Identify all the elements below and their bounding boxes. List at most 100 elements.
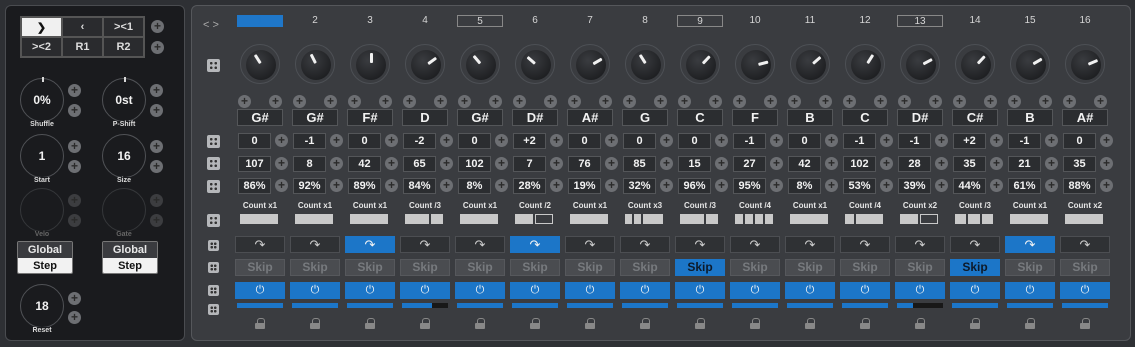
step-number[interactable]: 15 [1007,15,1053,27]
plus-icon[interactable]: + [385,179,398,192]
plus-icon[interactable]: + [825,134,838,147]
plus-icon[interactable]: + [434,95,447,108]
step-note[interactable]: B [787,109,833,126]
plus-icon[interactable]: + [1063,95,1076,108]
plus-icon[interactable]: + [990,157,1003,170]
plus-icon[interactable]: + [495,179,508,192]
step-number[interactable]: 13 [897,15,943,27]
step-pitch-knob[interactable] [900,44,940,84]
step-note[interactable]: A# [1062,109,1108,126]
plus-icon[interactable]: + [150,140,163,153]
step-position-bar[interactable] [292,303,338,308]
step-power-button[interactable]: ⏻ [895,282,945,299]
plus-icon[interactable]: + [324,95,337,108]
step-velocity-value[interactable]: 102 [843,156,876,172]
plus-icon[interactable]: + [151,20,164,33]
step-probability-value[interactable]: 84% [403,178,436,194]
step-repeat-button[interactable]: ↷ [950,236,1000,253]
step-repeat-button[interactable]: ↷ [1005,236,1055,253]
step-note[interactable]: C [842,109,888,126]
step-transpose-value[interactable]: 0 [458,133,491,149]
step-velocity-value[interactable]: 8 [293,156,326,172]
dice-icon[interactable] [208,262,219,273]
plus-icon[interactable]: + [935,134,948,147]
step-repeat-button[interactable]: ↷ [565,236,615,253]
step-velocity-value[interactable]: 42 [348,156,381,172]
step-transpose-value[interactable]: 0 [348,133,381,149]
step-note[interactable]: D# [897,109,943,126]
lock-icon[interactable] [915,318,925,329]
plus-icon[interactable]: + [330,157,343,170]
step-repeat-button[interactable]: ↷ [510,236,560,253]
step-pitch-knob[interactable] [790,44,830,84]
plus-icon[interactable]: + [715,134,728,147]
step-skip-button[interactable]: Skip [455,259,505,276]
lock-icon[interactable] [530,318,540,329]
plus-icon[interactable]: + [544,95,557,108]
step-transpose-value[interactable]: 0 [1063,133,1096,149]
step-position-bar[interactable] [457,303,503,308]
step-number[interactable]: 4 [402,15,448,27]
step-transpose-value[interactable]: 0 [678,133,711,149]
plus-icon[interactable]: + [68,140,81,153]
dice-icon[interactable] [208,240,219,251]
step-note[interactable]: A# [567,109,613,126]
step-power-button[interactable]: ⏻ [400,282,450,299]
plus-icon[interactable]: + [379,95,392,108]
plus-icon[interactable]: + [874,95,887,108]
step-transpose-value[interactable]: 0 [238,133,271,149]
step-count-bars[interactable] [295,214,333,224]
lock-icon[interactable] [805,318,815,329]
plus-icon[interactable]: + [678,95,691,108]
dice-icon[interactable] [208,304,219,315]
plus-icon[interactable]: + [709,95,722,108]
plus-icon[interactable]: + [403,95,416,108]
plus-icon[interactable]: + [568,95,581,108]
step-count-bars[interactable] [1065,214,1103,224]
step-probability-value[interactable]: 28% [513,178,546,194]
plus-icon[interactable]: + [880,179,893,192]
step-skip-button[interactable]: Skip [510,259,560,276]
step-number[interactable]: 11 [787,15,833,27]
lock-icon[interactable] [640,318,650,329]
direction-backward-button[interactable]: ‹ [62,17,103,37]
step-power-button[interactable]: ⏻ [620,282,670,299]
direction-pingpong1-button[interactable]: ><1 [103,17,144,37]
step-velocity-value[interactable]: 102 [458,156,491,172]
plus-icon[interactable]: + [953,95,966,108]
plus-icon[interactable]: + [623,95,636,108]
plus-icon[interactable]: + [330,134,343,147]
lock-icon[interactable] [255,318,265,329]
plus-icon[interactable]: + [770,179,783,192]
step-transpose-value[interactable]: 0 [788,133,821,149]
plus-icon[interactable]: + [150,104,163,117]
plus-icon[interactable]: + [385,157,398,170]
plus-icon[interactable]: + [440,157,453,170]
plus-icon[interactable]: + [605,157,618,170]
step-position-bar[interactable] [237,303,283,308]
step-skip-button[interactable]: Skip [950,259,1000,276]
plus-icon[interactable]: + [550,134,563,147]
step-skip-button[interactable]: Skip [895,259,945,276]
step-power-button[interactable]: ⏻ [840,282,890,299]
shuffle-knob[interactable]: 0% Shuffle [20,77,64,128]
plus-icon[interactable]: + [1045,134,1058,147]
step-power-button[interactable]: ⏻ [455,282,505,299]
step-probability-value[interactable]: 53% [843,178,876,194]
plus-icon[interactable]: + [605,134,618,147]
step-count-bars[interactable] [955,214,993,224]
plus-icon[interactable]: + [715,157,728,170]
plus-icon[interactable]: + [715,179,728,192]
step-power-button[interactable]: ⏻ [950,282,1000,299]
plus-icon[interactable]: + [440,179,453,192]
step-note[interactable]: C [677,109,723,126]
step-repeat-button[interactable]: ↷ [675,236,725,253]
step-pitch-knob[interactable] [735,44,775,84]
lock-icon[interactable] [1080,318,1090,329]
step-skip-button[interactable]: Skip [1060,259,1110,276]
nav-right-icon[interactable]: > [212,19,221,31]
step-repeat-button[interactable]: ↷ [620,236,670,253]
step-power-button[interactable]: ⏻ [565,282,615,299]
step-number[interactable]: 9 [677,15,723,27]
plus-icon[interactable]: + [269,95,282,108]
